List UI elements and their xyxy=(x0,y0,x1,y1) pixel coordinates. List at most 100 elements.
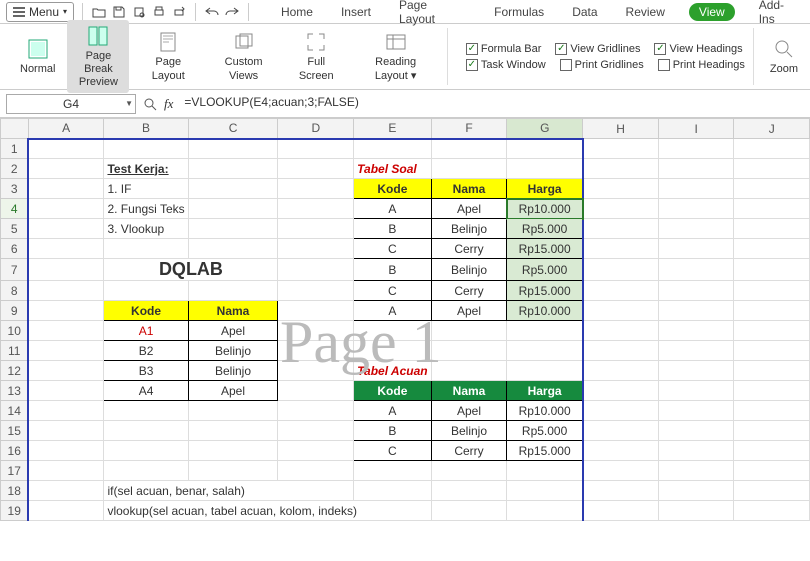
grid-area[interactable]: Page 1 A B C D E F G H I J 1 2 Test Kerj… xyxy=(0,118,810,561)
formula-input[interactable]: =VLOOKUP(E4;acuan;3;FALSE) xyxy=(179,94,804,114)
check-print-headings[interactable]: Print Headings xyxy=(658,59,745,71)
row-19[interactable]: 19 xyxy=(1,501,29,521)
row-10[interactable]: 10 xyxy=(1,321,29,341)
check-print-gridlines[interactable]: Print Gridlines xyxy=(560,59,644,71)
cell-B18: if(sel acuan, benar, salah) xyxy=(107,484,244,498)
cell-B10: A1 xyxy=(139,324,154,338)
cell-F13: Nama xyxy=(453,384,486,398)
cell-B3: 1. IF xyxy=(107,182,131,196)
print-icon[interactable] xyxy=(151,4,167,20)
cell-G15: Rp5.000 xyxy=(522,424,567,438)
row-11[interactable]: 11 xyxy=(1,341,29,361)
magnify-icon[interactable] xyxy=(142,96,158,112)
reading-layout-icon xyxy=(384,30,408,54)
quick-print-icon[interactable] xyxy=(171,4,187,20)
redo-icon[interactable] xyxy=(224,4,240,20)
col-G[interactable]: G xyxy=(507,119,583,139)
row-16[interactable]: 16 xyxy=(1,441,29,461)
col-D[interactable]: D xyxy=(278,119,354,139)
row-5[interactable]: 5 xyxy=(1,219,29,239)
ribbon-show-group: ✓Formula Bar ✓View Gridlines ✓View Headi… xyxy=(458,28,754,85)
undo-icon[interactable] xyxy=(204,4,220,20)
page-layout-icon xyxy=(156,30,180,54)
row-14[interactable]: 14 xyxy=(1,401,29,421)
view-reading-label: Reading Layout ▾ xyxy=(358,56,432,82)
view-custom-label: Custom Views xyxy=(213,56,274,82)
formula-text: =VLOOKUP(E4;acuan;3;FALSE) xyxy=(184,95,358,109)
view-custom-button[interactable]: Custom Views xyxy=(207,26,280,86)
cell-B13: A4 xyxy=(139,384,154,398)
row-6[interactable]: 6 xyxy=(1,239,29,259)
select-all-corner[interactable] xyxy=(1,119,29,139)
cell-C13: Apel xyxy=(221,384,245,398)
ribbon: Normal Page Break Preview Page Layout Cu… xyxy=(0,24,810,90)
print-preview-icon[interactable] xyxy=(131,4,147,20)
row-3[interactable]: 3 xyxy=(1,179,29,199)
row-17[interactable]: 17 xyxy=(1,461,29,481)
cell-G6: Rp15.000 xyxy=(519,242,571,256)
tab-home[interactable]: Home xyxy=(277,3,317,21)
check-view-gridlines[interactable]: ✓View Gridlines xyxy=(555,43,640,55)
col-J[interactable]: J xyxy=(734,119,810,139)
row-1[interactable]: 1 xyxy=(1,139,29,159)
view-page-layout-button[interactable]: Page Layout xyxy=(135,26,201,86)
col-B[interactable]: B xyxy=(104,119,188,139)
check-task-window[interactable]: ✓Task Window xyxy=(466,59,546,71)
menu-button[interactable]: Menu ▾ xyxy=(6,2,74,22)
fx-icon[interactable]: fx xyxy=(164,96,173,112)
tab-formulas[interactable]: Formulas xyxy=(490,3,548,21)
cell-E12: Tabel Acuan xyxy=(357,364,427,378)
row-8[interactable]: 8 xyxy=(1,281,29,301)
cell-E7: B xyxy=(388,263,396,277)
row-4[interactable]: 4 xyxy=(1,199,29,219)
cell-G9: Rp10.000 xyxy=(519,304,571,318)
col-A[interactable]: A xyxy=(28,119,104,139)
row-18[interactable]: 18 xyxy=(1,481,29,501)
col-H[interactable]: H xyxy=(583,119,659,139)
normal-view-icon xyxy=(26,37,50,61)
cell-G16: Rp15.000 xyxy=(519,444,571,458)
col-I[interactable]: I xyxy=(658,119,734,139)
view-fullscreen-button[interactable]: Full Screen xyxy=(286,26,346,86)
open-icon[interactable] xyxy=(91,4,107,20)
zoom-button[interactable]: Zoom xyxy=(764,28,804,85)
tab-data[interactable]: Data xyxy=(568,3,601,21)
cell-E15: B xyxy=(388,424,396,438)
spreadsheet-grid[interactable]: A B C D E F G H I J 1 2 Test Kerja: Tabe… xyxy=(0,118,810,521)
cell-B5: 3. Vlookup xyxy=(107,222,164,236)
tab-insert[interactable]: Insert xyxy=(337,3,375,21)
tab-review[interactable]: Review xyxy=(622,3,669,21)
check-formula-bar[interactable]: ✓Formula Bar xyxy=(466,43,542,55)
col-E[interactable]: E xyxy=(354,119,431,139)
cell-C12: Belinjo xyxy=(215,364,251,378)
view-page-break-button[interactable]: Page Break Preview xyxy=(67,20,129,94)
cell-F8: Cerry xyxy=(454,284,483,298)
row-12[interactable]: 12 xyxy=(1,361,29,381)
col-F[interactable]: F xyxy=(431,119,507,139)
row-9[interactable]: 9 xyxy=(1,301,29,321)
cell-F5: Belinjo xyxy=(451,222,487,236)
tab-view[interactable]: View xyxy=(689,3,735,21)
name-box[interactable]: G4 ▼ xyxy=(6,94,136,114)
cell-B2: Test Kerja: xyxy=(107,162,168,176)
col-C[interactable]: C xyxy=(188,119,278,139)
cell-E16: C xyxy=(388,444,397,458)
page-break-icon xyxy=(86,24,110,48)
chevron-down-icon[interactable]: ▼ xyxy=(125,99,133,108)
cell-B12: B3 xyxy=(139,364,154,378)
row-7[interactable]: 7 xyxy=(1,259,29,281)
cell-E13: Kode xyxy=(377,384,407,398)
view-normal-button[interactable]: Normal xyxy=(14,33,61,80)
cell-G4: Rp10.000 xyxy=(519,202,571,216)
row-13[interactable]: 13 xyxy=(1,381,29,401)
chevron-down-icon: ▾ xyxy=(63,7,67,16)
cell-E14: A xyxy=(388,404,396,418)
cell-E3: Kode xyxy=(377,182,407,196)
formula-bar: G4 ▼ fx =VLOOKUP(E4;acuan;3;FALSE) xyxy=(0,90,810,118)
row-2[interactable]: 2 xyxy=(1,159,29,179)
view-reading-button[interactable]: Reading Layout ▾ xyxy=(352,26,438,86)
check-view-headings[interactable]: ✓View Headings xyxy=(654,43,742,55)
cell-F14: Apel xyxy=(457,404,481,418)
row-15[interactable]: 15 xyxy=(1,421,29,441)
save-icon[interactable] xyxy=(111,4,127,20)
